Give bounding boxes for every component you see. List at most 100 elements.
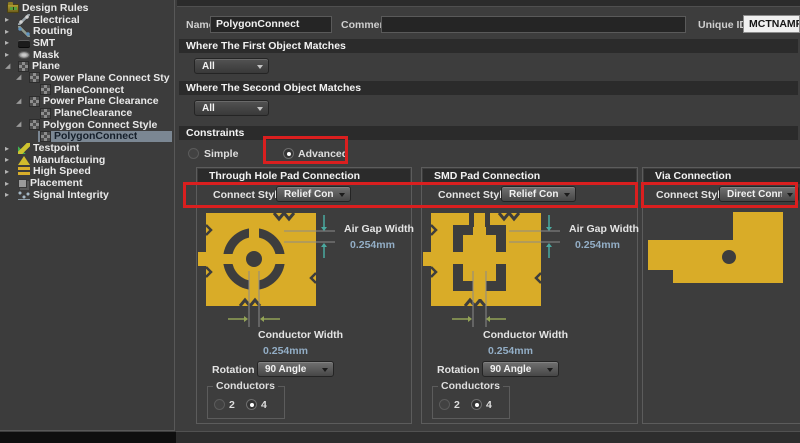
tree-item-polygonconnect[interactable]: PolygonConnect: [0, 131, 172, 143]
conductor-width-label: Conductor Width: [258, 329, 343, 341]
tree-item-content: Power Plane Connect Style: [27, 72, 172, 84]
tree-item-label: Plane: [32, 60, 60, 72]
rule-square-icon: [29, 96, 40, 107]
via-direct-connect-diagram: [643, 210, 800, 295]
simple-radio-label: Simple: [204, 148, 238, 160]
tree-item-signal-integrity[interactable]: ▸Signal Integrity: [0, 189, 172, 201]
panel-top-divider: [177, 0, 800, 7]
expand-arrow-icon[interactable]: ▸: [3, 37, 16, 48]
tree-item-content: SMT: [16, 37, 172, 49]
mask-icon: [18, 51, 30, 59]
tree-item-planeclearance[interactable]: PlaneClearance: [0, 107, 172, 119]
tree-item-label: Placement: [30, 177, 83, 189]
tree-item-electrical[interactable]: ▸Electrical: [0, 14, 172, 26]
conductors-2-label: 2: [454, 399, 460, 411]
conductors-2-radio[interactable]: [214, 399, 225, 410]
expand-arrow-icon[interactable]: ▸: [3, 189, 16, 200]
routing-icon: [18, 26, 30, 37]
tree-item-power-plane-connect-style[interactable]: ◢ Power Plane Connect Style: [0, 72, 172, 84]
bottom-left-strip: [0, 432, 176, 443]
collapse-arrow-icon[interactable]: ◢: [3, 61, 16, 72]
tree-item-label: PlaneClearance: [54, 107, 132, 119]
conductors-4-label: 4: [486, 399, 492, 411]
panel-title: Via Connection: [644, 169, 800, 184]
first-object-scope-dropdown[interactable]: All: [194, 58, 269, 74]
highspeed-icon: [18, 167, 30, 176]
tree-item-content: Polygon Connect Style: [27, 119, 172, 131]
air-gap-width-label: Air Gap Width: [344, 223, 414, 235]
air-gap-width-value: 0.254mm: [350, 239, 395, 251]
second-object-scope-dropdown[interactable]: All: [194, 100, 269, 116]
comment-input[interactable]: [381, 16, 686, 33]
conductors-label: Conductors: [213, 380, 278, 392]
tree-item-content: Power Plane Clearance: [27, 96, 172, 108]
panel-title: Through Hole Pad Connection: [198, 169, 410, 184]
tree-item-content: Mask: [16, 49, 172, 61]
expand-arrow-icon[interactable]: ▸: [3, 14, 16, 25]
conductors-2-radio[interactable]: [439, 399, 450, 410]
tree-item-planeconnect[interactable]: PlaneConnect: [0, 84, 172, 96]
tree-item-content: Manufacturing: [16, 154, 172, 166]
tree-item-power-plane-clearance[interactable]: ◢ Power Plane Clearance: [0, 96, 172, 108]
through-hole-pad-connection-panel: Through Hole Pad ConnectionConnect Style…: [196, 167, 412, 424]
rotation-dropdown[interactable]: 90 Angle: [482, 361, 559, 377]
conductors-4-radio[interactable]: [471, 399, 482, 410]
expand-arrow-icon[interactable]: ▸: [3, 178, 16, 189]
tree-item-label: Mask: [33, 49, 59, 61]
conductors-label: Conductors: [438, 380, 503, 392]
tree-item-content: Testpoint: [16, 142, 172, 154]
advanced-radio[interactable]: [283, 148, 294, 159]
expand-arrow-icon[interactable]: ▸: [3, 26, 16, 37]
connect-style-dropdown[interactable]: Relief Connect: [501, 186, 576, 202]
tree-item-content: Signal Integrity: [16, 189, 172, 201]
tree-item-polygon-connect-style[interactable]: ◢ Polygon Connect Style: [0, 119, 172, 131]
tree-item-content: PlaneClearance: [38, 107, 172, 119]
rule-square-icon: [40, 84, 51, 95]
expand-arrow-icon[interactable]: ▸: [3, 49, 16, 60]
expand-arrow-icon[interactable]: ▸: [3, 166, 16, 177]
tree-item-manufacturing[interactable]: ▸Manufacturing: [0, 154, 172, 166]
tree-item-high-speed[interactable]: ▸ High Speed: [0, 166, 172, 178]
conductor-width-value: 0.254mm: [488, 345, 533, 357]
smd-pad-connection-panel: SMD Pad ConnectionConnect StyleRelief Co…: [421, 167, 638, 424]
collapse-arrow-icon[interactable]: ◢: [14, 119, 27, 130]
expand-arrow-icon[interactable]: ▸: [3, 143, 16, 154]
simple-radio[interactable]: [188, 148, 199, 159]
tree-item-label: Power Plane Clearance: [43, 95, 159, 107]
tree-item-label: Routing: [33, 25, 73, 37]
conductors-4-radio[interactable]: [246, 399, 257, 410]
tree-item-label: Polygon Connect Style: [43, 119, 157, 131]
tree-item-placement[interactable]: ▸ Placement: [0, 177, 172, 189]
second-object-matches-header: Where The Second Object Matches: [179, 81, 798, 95]
constraints-header: Constraints: [179, 126, 798, 140]
tree-item-plane[interactable]: ◢ Plane: [0, 60, 172, 72]
connect-style-dropdown[interactable]: Direct Connect: [719, 186, 799, 202]
tree-item-design-rules[interactable]: Design Rules: [0, 2, 172, 14]
conductors-group: Conductors24: [432, 386, 510, 419]
rotation-dropdown[interactable]: 90 Angle: [257, 361, 334, 377]
tree-item-mask[interactable]: ▸ Mask: [0, 49, 172, 61]
rule-square-icon: [18, 61, 29, 72]
tree-item-label: High Speed: [33, 165, 91, 177]
unique-id-label: Unique ID: [698, 19, 747, 31]
tree-item-label: Power Plane Connect Style: [43, 72, 170, 84]
tree-item-testpoint[interactable]: ▸ Testpoint: [0, 142, 172, 154]
name-input[interactable]: PolygonConnect: [210, 16, 332, 33]
unique-id-input[interactable]: MCTNAMFK: [743, 15, 800, 33]
tree-item-content: Routing: [16, 25, 172, 37]
first-object-scope-value: All: [202, 61, 215, 72]
tree-item-smt[interactable]: ▸SMT: [0, 37, 172, 49]
tree-item-content: Placement: [16, 177, 172, 189]
rule-settings-panel: Name PolygonConnect Comment Unique ID MC…: [177, 0, 800, 431]
collapse-arrow-icon[interactable]: ◢: [14, 72, 27, 83]
tree-item-label: Testpoint: [33, 142, 79, 154]
tree-item-label: PolygonConnect: [54, 130, 137, 142]
tree-item-content: Plane: [16, 60, 172, 72]
conductors-group: Conductors24: [207, 386, 285, 419]
tree-item-routing[interactable]: ▸ Routing: [0, 25, 172, 37]
connect-style-dropdown[interactable]: Relief Connect: [276, 186, 351, 202]
rules-tree-sidebar: Design Rules▸Electrical▸Routing▸SMT▸Mask…: [0, 0, 175, 431]
first-object-matches-header: Where The First Object Matches: [179, 39, 798, 53]
collapse-arrow-icon[interactable]: ◢: [14, 96, 27, 107]
expand-arrow-icon[interactable]: ▸: [3, 154, 16, 165]
